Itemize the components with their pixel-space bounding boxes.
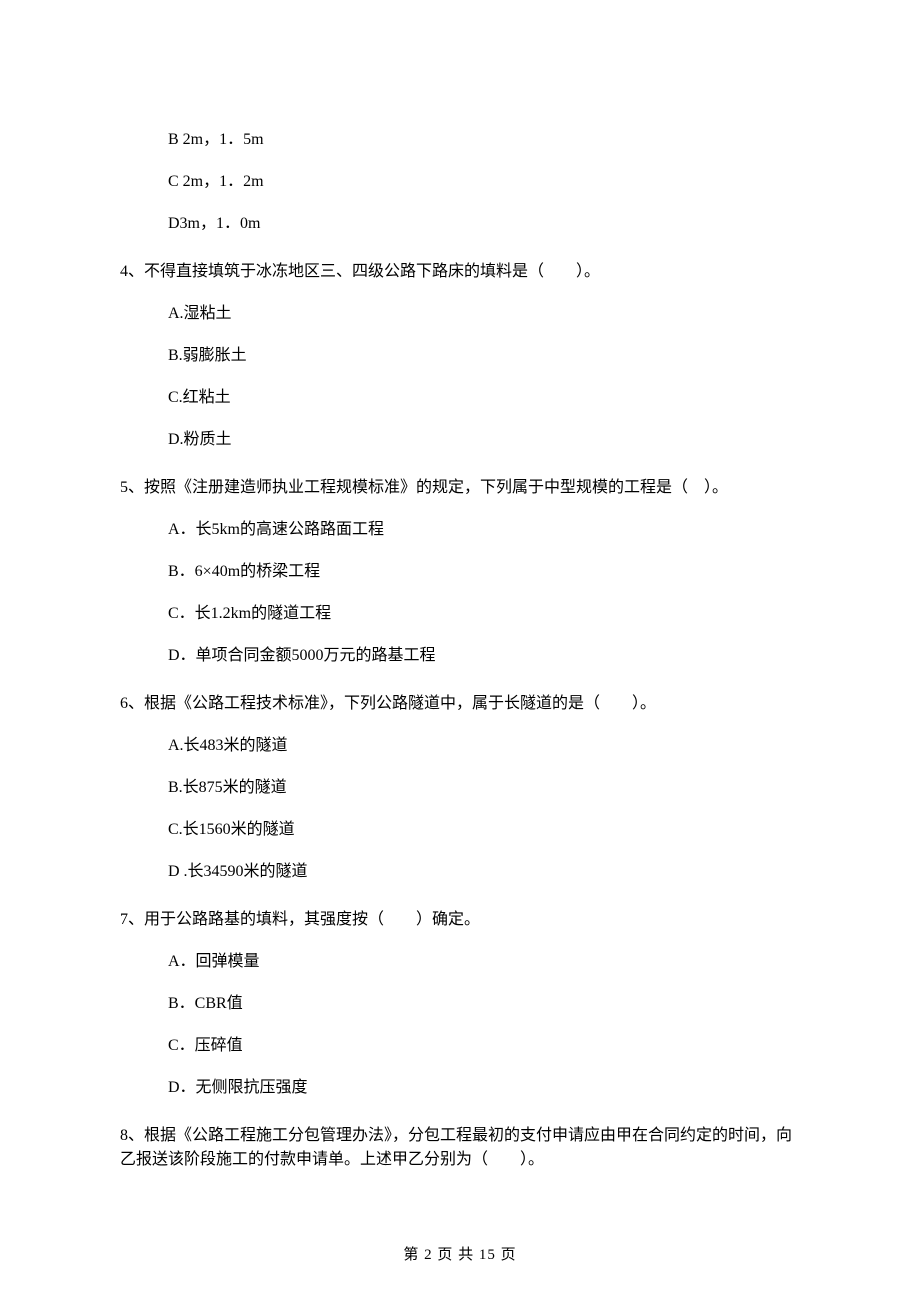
q4-option-d: D.粉质土 bbox=[168, 428, 800, 452]
q5-stem: 5、按照《注册建造师执业工程规模标准》的规定，下列属于中型规模的工程是（ ）。 bbox=[120, 476, 800, 500]
q6-option-b: B.长875米的隧道 bbox=[168, 776, 800, 800]
q5-option-c: C．长1.2km的隧道工程 bbox=[168, 602, 800, 626]
q8-stem: 8、根据《公路工程施工分包管理办法》，分包工程最初的支付申请应由甲在合同约定的时… bbox=[120, 1124, 800, 1172]
q7-stem: 7、用于公路路基的填料，其强度按（ ）确定。 bbox=[120, 908, 800, 932]
q3-option-d: D3m，1．0m bbox=[168, 212, 800, 236]
q3-option-b: B 2m，1．5m bbox=[168, 128, 800, 152]
q4-option-b: B.弱膨胀土 bbox=[168, 344, 800, 368]
q7-option-d: D．无侧限抗压强度 bbox=[168, 1076, 800, 1100]
page: B 2m，1．5m C 2m，1．2m D3m，1．0m 4、不得直接填筑于冰冻… bbox=[0, 0, 920, 1302]
q4-stem: 4、不得直接填筑于冰冻地区三、四级公路下路床的填料是（ ）。 bbox=[120, 260, 800, 284]
q5-option-a: A．长5km的高速公路路面工程 bbox=[168, 518, 800, 542]
q5-option-b: B．6×40m的桥梁工程 bbox=[168, 560, 800, 584]
q4-option-c: C.红粘土 bbox=[168, 386, 800, 410]
q6-option-a: A.长483米的隧道 bbox=[168, 734, 800, 758]
q6-option-c: C.长1560米的隧道 bbox=[168, 818, 800, 842]
q3-option-c: C 2m，1．2m bbox=[168, 170, 800, 194]
q7-option-b: B．CBR值 bbox=[168, 992, 800, 1016]
q6-option-d: D .长34590米的隧道 bbox=[168, 860, 800, 884]
q7-option-a: A．回弹模量 bbox=[168, 950, 800, 974]
q5-option-d: D．单项合同金额5000万元的路基工程 bbox=[168, 644, 800, 668]
q6-stem: 6、根据《公路工程技术标准》，下列公路隧道中，属于长隧道的是（ ）。 bbox=[120, 692, 800, 716]
q7-option-c: C．压碎值 bbox=[168, 1034, 800, 1058]
q4-option-a: A.湿粘土 bbox=[168, 302, 800, 326]
page-footer: 第 2 页 共 15 页 bbox=[0, 1244, 920, 1267]
